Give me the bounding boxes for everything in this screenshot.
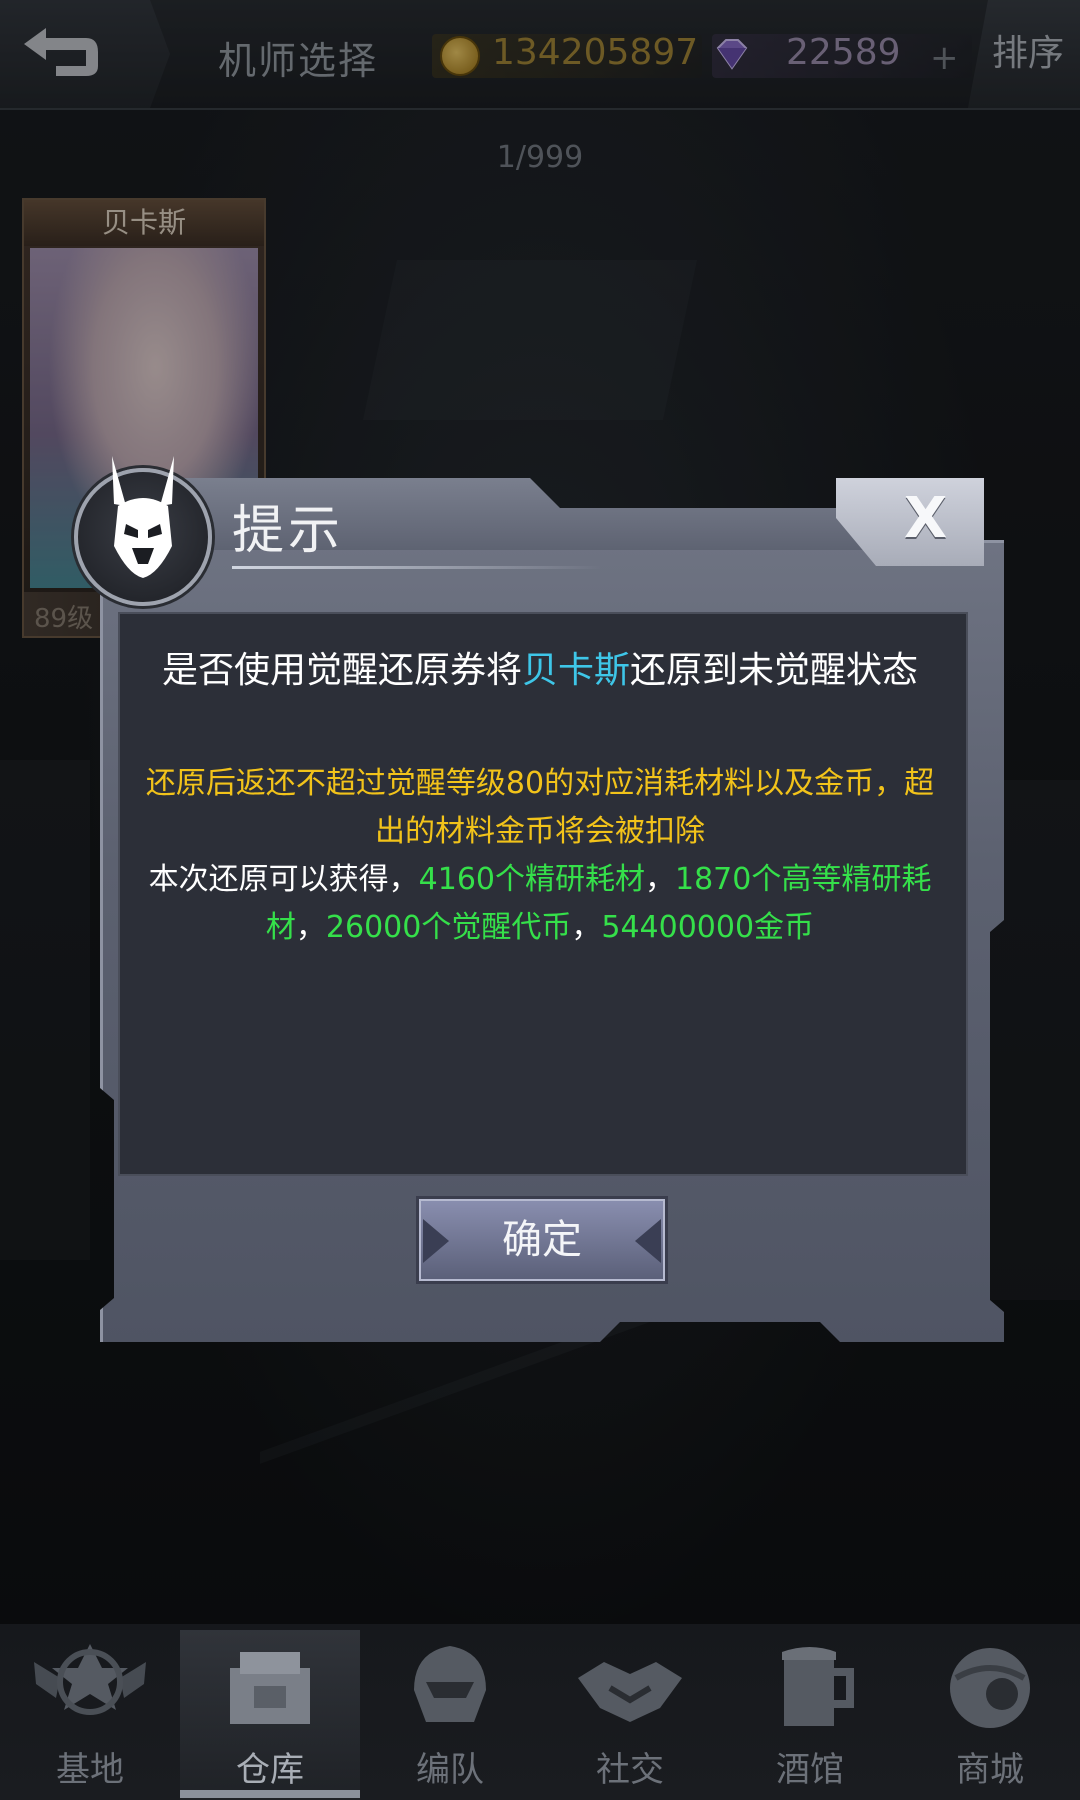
helmet-icon	[414, 1646, 486, 1722]
confirm-message: 是否使用觉醒还原券将贝卡斯还原到未觉醒状态	[140, 646, 940, 696]
reward-item: 54400000金币	[601, 910, 815, 945]
message-text: 是否使用觉醒还原券将	[161, 650, 522, 691]
close-icon[interactable]: X	[904, 486, 947, 551]
active-tab-indicator	[180, 1790, 360, 1798]
nav-item-tavern[interactable]: 酒馆	[720, 1630, 900, 1800]
nav-label: 基地	[56, 1750, 124, 1790]
handshake-icon	[578, 1662, 682, 1722]
reward-separator: ，	[645, 862, 675, 897]
reward-separator: ，	[571, 910, 602, 945]
nav-item-shop[interactable]: 商城	[900, 1630, 1080, 1800]
nav-item-team[interactable]: 编队	[360, 1630, 540, 1800]
nav-item-warehouse[interactable]: 仓库	[180, 1630, 360, 1800]
confirm-label: 确定	[502, 1217, 582, 1263]
dialog-title: 提示	[232, 501, 345, 561]
message-text: 还原到未觉醒状态	[630, 650, 919, 691]
reward-item: 4160个精研耗材	[418, 862, 645, 897]
reward-separator: ，	[295, 910, 326, 945]
nav-label: 商城	[956, 1750, 1024, 1790]
nav-item-base[interactable]: 基地	[0, 1630, 180, 1800]
warehouse-icon	[230, 1652, 310, 1724]
header-divider	[232, 566, 602, 569]
nav-label: 编队	[416, 1750, 484, 1790]
reward-intro: 本次还原可以获得，	[148, 862, 419, 897]
shop-orb-icon	[950, 1648, 1030, 1728]
beer-mug-icon	[782, 1647, 854, 1726]
base-emblem-icon	[34, 1644, 146, 1715]
pilot-name-highlight: 贝卡斯	[521, 650, 630, 691]
nav-label: 仓库	[236, 1750, 304, 1790]
nav-item-social[interactable]: 社交	[540, 1630, 720, 1800]
reward-item: 26000个觉醒代币	[325, 910, 572, 945]
warning-message: 还原后返还不超过觉醒等级80的对应消耗材料以及金币，超出的材料金币将会被扣除	[145, 766, 935, 849]
confirm-button[interactable]: 确定	[416, 1196, 668, 1284]
nav-label: 社交	[596, 1750, 664, 1790]
dialog-emblem	[74, 456, 212, 606]
nav-label: 酒馆	[776, 1750, 844, 1790]
mech-helmet-icon	[112, 456, 174, 578]
reward-message: 本次还原可以获得，4160个精研耗材，1870个高等精研耗材，26000个觉醒代…	[140, 856, 940, 952]
